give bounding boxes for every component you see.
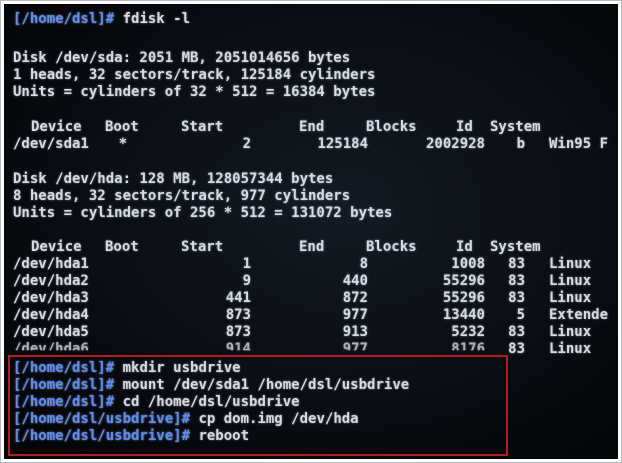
end-value: 8	[359, 256, 368, 272]
col-start: Start	[181, 119, 224, 135]
blocks-value: 2002928	[425, 136, 485, 152]
col-system: System	[490, 239, 541, 255]
col-blocks: Blocks	[366, 119, 417, 135]
device-name: /dev/hda5	[13, 324, 89, 340]
col-start: Start	[181, 239, 224, 255]
disk-sda-summary: Disk /dev/sda: 2051 MB, 2051014656 bytes	[13, 50, 351, 66]
col-device: Device	[31, 239, 82, 255]
blocks-value: 1008	[451, 256, 485, 272]
id-value: 83	[508, 256, 525, 272]
disk-sda-units: Units = cylinders of 32 * 512 = 16384 by…	[13, 84, 376, 100]
start-value: 873	[225, 307, 251, 323]
partition-row: /dev/hda1 1 8 1008 83 Linux	[13, 256, 613, 273]
system-value: Linux	[549, 273, 592, 289]
col-end: End	[299, 239, 325, 255]
col-boot: Boot	[105, 119, 139, 135]
blocks-value: 55296	[442, 290, 485, 306]
partition-table-header-sda: Device Boot Start End Blocks Id System	[13, 119, 613, 136]
end-value: 872	[342, 290, 368, 306]
device-name: /dev/hda3	[13, 290, 89, 306]
device-name: /dev/hda4	[13, 307, 89, 323]
disk-hda-summary: Disk /dev/hda: 128 MB, 128057344 bytes	[13, 171, 334, 187]
device-name: /dev/hda2	[13, 273, 89, 289]
col-id: Id	[456, 119, 473, 135]
start-value: 873	[225, 324, 251, 340]
system-value: Linux	[549, 256, 592, 272]
system-value: Win95 F	[549, 136, 609, 152]
col-end: End	[299, 119, 325, 135]
blocks-value: 13440	[442, 307, 485, 323]
disk-hda-units: Units = cylinders of 256 * 512 = 131072 …	[13, 205, 393, 221]
device-name: /dev/hda1	[13, 256, 89, 272]
col-system: System	[490, 119, 541, 135]
shell-prompt: [/home/dsl]#	[13, 11, 115, 27]
end-value: 913	[342, 324, 368, 340]
disk-hda-geometry: 8 heads, 32 sectors/track, 977 cylinders	[13, 188, 351, 204]
system-value: Linux	[549, 341, 592, 357]
screenshot-frame: [/home/dsl]# fdisk -l Disk /dev/sda: 205…	[0, 0, 622, 463]
command-line-fdisk: [/home/dsl]# fdisk -l	[13, 11, 190, 28]
terminal-screen[interactable]: [/home/dsl]# fdisk -l Disk /dev/sda: 205…	[4, 4, 618, 459]
end-value: 125184	[317, 136, 368, 152]
boot-flag: *	[118, 136, 128, 152]
start-value: 1	[242, 256, 251, 272]
blocks-value: 5232	[451, 324, 485, 340]
id-value: 83	[508, 273, 525, 289]
id-value: 83	[508, 290, 525, 306]
col-device: Device	[31, 119, 82, 135]
start-value: 441	[225, 290, 251, 306]
partition-table-header-hda: Device Boot Start End Blocks Id System	[13, 239, 613, 256]
partition-row: /dev/hda4 873 977 13440 5 Extende	[13, 307, 613, 324]
id-value: 83	[508, 324, 525, 340]
system-value: Extende	[549, 307, 609, 323]
system-value: Linux	[549, 290, 592, 306]
col-boot: Boot	[105, 239, 139, 255]
device-name: /dev/sda1	[13, 136, 89, 152]
blocks-value: 55296	[442, 273, 485, 289]
partition-row: /dev/sda1 * 2 125184 2002928 b Win95 F	[13, 136, 613, 153]
disk-sda-geometry: 1 heads, 32 sectors/track, 125184 cylind…	[13, 67, 376, 83]
partition-row: /dev/hda2 9 440 55296 83 Linux	[13, 273, 613, 290]
highlight-box	[8, 355, 508, 456]
end-value: 977	[342, 307, 368, 323]
start-value: 9	[242, 273, 251, 289]
partition-row: /dev/hda3 441 872 55296 83 Linux	[13, 290, 613, 307]
col-blocks: Blocks	[366, 239, 417, 255]
id-value: b	[516, 136, 525, 152]
start-value: 2	[242, 136, 251, 152]
id-value: 5	[516, 307, 525, 323]
id-value: 83	[508, 341, 525, 357]
col-id: Id	[456, 239, 473, 255]
system-value: Linux	[549, 324, 592, 340]
partition-row: /dev/hda5 873 913 5232 83 Linux	[13, 324, 613, 341]
end-value: 440	[342, 273, 368, 289]
command-text: fdisk -l	[122, 11, 191, 27]
